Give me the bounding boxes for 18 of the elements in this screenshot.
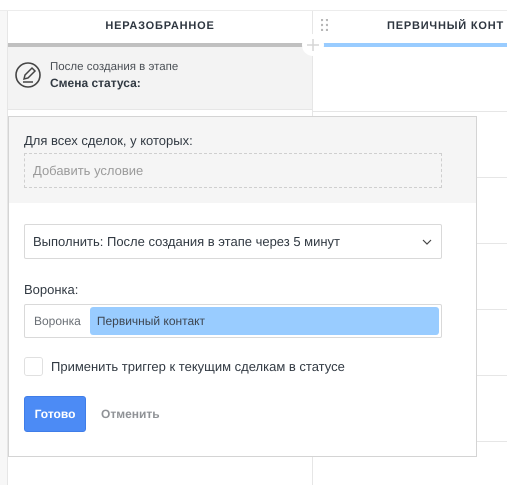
stage-chip[interactable]: Первичный контакт <box>90 307 439 335</box>
pipeline-field[interactable]: Воронка Первичный контакт <box>24 304 442 338</box>
done-button[interactable]: Готово <box>24 396 86 432</box>
trigger-caption: После создания в этапе <box>50 61 178 73</box>
condition-label: Для всех сделок, у которых: <box>24 133 194 148</box>
trigger-title: Смена статуса: <box>50 76 142 90</box>
pipeline-label: Воронка: <box>24 282 80 297</box>
column-title: ПЕРВИЧНЫЙ КОНТ <box>387 20 504 32</box>
column-title: НЕРАЗОБРАННОЕ <box>105 20 215 32</box>
apply-checkbox-label: Применить триггер к текущим сделкам в статусе <box>51 359 345 374</box>
chevron-down-icon <box>422 238 432 244</box>
edit-pencil-icon <box>14 61 42 89</box>
apply-checkbox[interactable] <box>24 357 43 376</box>
execute-select[interactable]: Выполнить: После создания в этапе через 5 минут <box>24 224 442 259</box>
cancel-button[interactable]: Отменить <box>101 407 160 421</box>
pipeline-prefix: Воронка <box>33 313 82 330</box>
drag-handle-icon[interactable] <box>321 19 328 31</box>
trigger-card[interactable]: После создания в этапе Смена статуса: <box>8 47 312 110</box>
